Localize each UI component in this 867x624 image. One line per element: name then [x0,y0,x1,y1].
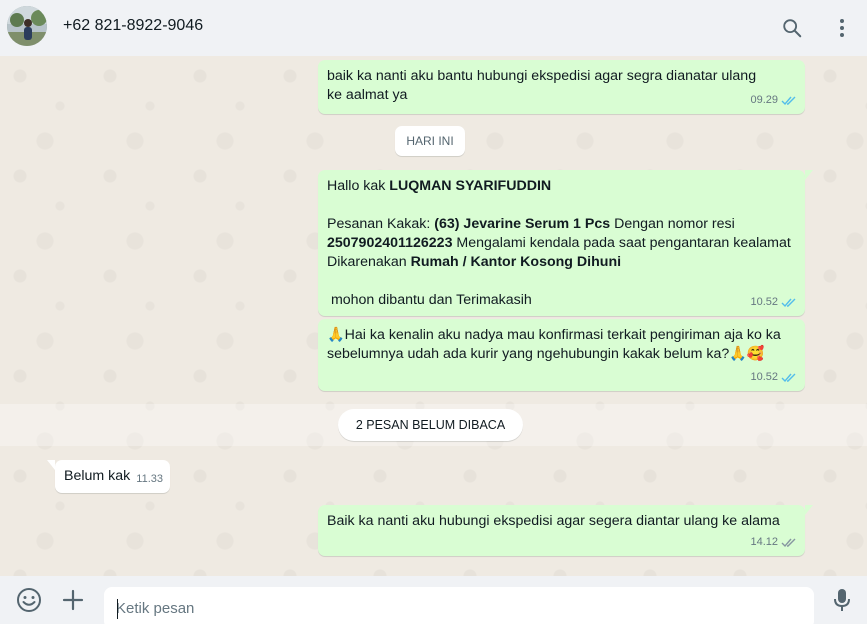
voice-message-button[interactable] [826,584,858,616]
kebab-menu-icon [840,19,844,37]
message-text: Baik ka nanti aku hubungi ekspedisi agar… [327,513,780,529]
message-bubble-outgoing[interactable]: 🙏Hai ka kenalin aku nadya mau konfirmasi… [318,319,805,391]
greeting-line: Hallo kak LUQMAN SYARIFUDDIN [327,177,797,196]
message-time: 10.52 [750,371,778,383]
microphone-icon [834,589,850,611]
search-icon [783,19,802,38]
chat-header: +62 821-8922-9046 [0,0,867,56]
text-caret [117,599,118,619]
message-time: 10.52 [750,296,778,308]
emoji-icon [17,588,41,612]
bubble-tail [805,505,813,515]
double-check-icon [781,538,796,548]
composer-bar [0,576,867,624]
order-prefix: Pesanan Kakak: [327,216,435,232]
message-line-2: sebelumnya udah ada kurir yang ngehubung… [327,345,797,364]
resi-label: Dengan nomor resi [610,216,735,232]
double-check-icon [781,373,796,383]
reason-line: Dikarenakan Rumah / Kantor Kosong Dihuni [327,253,797,272]
message-meta: 11.33 [136,470,163,489]
message-text: 🙏Hai ka kenalin aku nadya mau konfirmasi… [327,326,797,364]
message-line-2-text: sebelumnya udah ada kurir yang ngehubung… [327,346,730,362]
order-product: (63) Jevarine Serum 1 Pcs [434,216,611,232]
message-list[interactable]: baik ka nanti aku bantu hubungi ekspedis… [0,56,867,576]
bubble-tail [805,170,813,180]
reason-prefix: Dikarenakan [327,254,411,270]
search-button[interactable] [778,14,806,42]
message-text: Belum kak [64,468,131,484]
message-meta: 10.52 [750,293,797,312]
message-text: baik ka nanti aku bantu hubungi ekspedis… [327,68,757,103]
contact-avatar[interactable] [7,6,47,46]
message-line-1: 🙏Hai ka kenalin aku nadya mau konfirmasi… [327,326,797,345]
praying-hands-emoji: 🙏 [327,327,345,343]
message-time: 14.12 [750,536,778,548]
contact-name[interactable]: +62 821-8922-9046 [63,17,203,35]
message-line-1-text: Hai ka kenalin aku nadya mau konfirmasi … [344,327,781,343]
avatar-image [7,6,47,46]
greeting-prefix: Hallo kak [327,178,390,194]
message-bubble-outgoing[interactable]: baik ka nanti aku bantu hubungi ekspedis… [318,60,805,114]
message-bubble-outgoing[interactable]: Baik ka nanti aku hubungi ekspedisi agar… [318,505,813,556]
message-meta: 14.12 [750,533,797,552]
emoji-group: 🙏🥰 [729,346,765,362]
bubble-tail [47,460,55,470]
order-line: Pesanan Kakak: (63) Jevarine Serum 1 Pcs… [327,215,797,234]
double-check-icon [781,298,796,308]
message-bubble-outgoing[interactable]: Hallo kak LUQMAN SYARIFUDDIN Pesanan Kak… [318,170,813,316]
message-input[interactable] [104,587,814,624]
message-time: 09.29 [750,94,778,106]
message-time: 11.33 [136,473,163,485]
plus-icon [62,589,84,611]
delivery-reason: Rumah / Kantor Kosong Dihuni [410,254,622,270]
double-check-icon [781,96,796,106]
emoji-button[interactable] [13,584,45,616]
message-text: Hallo kak LUQMAN SYARIFUDDIN Pesanan Kak… [327,177,797,310]
date-divider: HARI INI [395,126,465,156]
attach-button[interactable] [57,584,89,616]
menu-button[interactable] [828,14,856,42]
message-bubble-incoming[interactable]: Belum kak 11.33 [47,460,170,493]
message-meta: 10.52 [750,368,797,387]
unread-divider: 2 PESAN BELUM DIBACA [338,409,523,441]
message-meta: 09.29 [750,91,797,110]
resi-line: 2507902401126223 Mengalami kendala pada … [327,234,797,253]
customer-name: LUQMAN SYARIFUDDIN [389,178,552,194]
resi-suffix: Mengalami kendala pada saat pengantaran … [452,235,791,251]
resi-number: 2507902401126223 [327,235,453,251]
closing-line: mohon dibantu dan Terimakasih [327,292,532,308]
